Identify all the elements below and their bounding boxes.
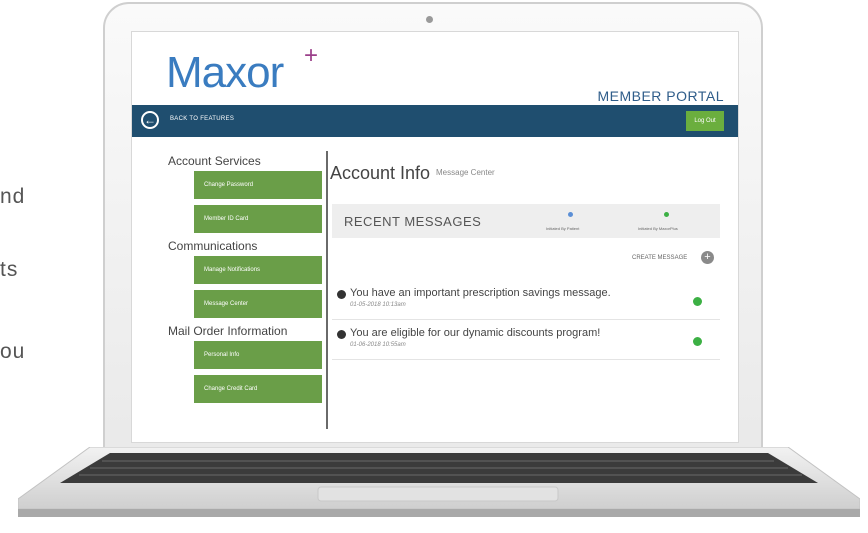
legend-label: Initiated By Patient bbox=[546, 226, 580, 231]
sidebar-item-personal-info[interactable]: Personal Info bbox=[194, 341, 322, 369]
legend-label: Initiated By MaxorPlus bbox=[638, 226, 678, 231]
page-text-fragment: nd bbox=[0, 185, 26, 208]
sidebar-section-title: Mail Order Information bbox=[168, 324, 288, 338]
patient-legend-dot-icon bbox=[568, 212, 573, 217]
message-date: 01-06-2018 10:55am bbox=[350, 342, 406, 348]
message-status-dot-icon bbox=[693, 337, 702, 346]
sidebar-item-message-center[interactable]: Message Center bbox=[194, 290, 322, 318]
logout-button[interactable]: Log Out bbox=[686, 111, 724, 131]
sidebar-item-change-credit-card[interactable]: Change Credit Card bbox=[194, 375, 322, 403]
create-message-link[interactable]: CREATE MESSAGE bbox=[632, 255, 687, 261]
sidebar-section-title: Communications bbox=[168, 239, 258, 253]
message-row[interactable]: You are eligible for our dynamic discoun… bbox=[332, 325, 720, 360]
logo-text: Maxor bbox=[166, 48, 284, 97]
page-title: Account Info bbox=[330, 163, 431, 183]
add-icon[interactable]: + bbox=[701, 251, 714, 264]
back-to-features-link[interactable]: BACK TO FEATURES bbox=[170, 116, 234, 122]
app-screen: Maxor + MEMBER PORTAL ← BACK TO FEATURES… bbox=[131, 31, 739, 443]
logo-plus-icon: + bbox=[304, 42, 318, 69]
portal-title: MEMBER PORTAL bbox=[597, 88, 724, 104]
maxor-logo: Maxor + bbox=[166, 42, 318, 98]
back-arrow-icon[interactable]: ← bbox=[141, 111, 159, 129]
bullet-icon bbox=[337, 290, 346, 299]
top-nav-bar: ← BACK TO FEATURES Log Out bbox=[132, 105, 738, 137]
message-text[interactable]: You have an important prescription savin… bbox=[350, 287, 611, 299]
camera-icon bbox=[426, 16, 433, 23]
recent-messages-title: RECENT MESSAGES bbox=[344, 214, 482, 229]
message-text[interactable]: You are eligible for our dynamic discoun… bbox=[350, 327, 600, 339]
sidebar: Account Services Change Password Member … bbox=[164, 151, 328, 429]
sidebar-item-manage-notifications[interactable]: Manage Notifications bbox=[194, 256, 322, 284]
sidebar-item-change-password[interactable]: Change Password bbox=[194, 171, 322, 199]
sidebar-section-title: Account Services bbox=[168, 154, 261, 168]
page-subtitle: Message Center bbox=[436, 168, 495, 177]
message-status-dot-icon bbox=[693, 297, 702, 306]
message-date: 01-05-2018 10:13am bbox=[350, 302, 406, 308]
sidebar-item-member-id-card[interactable]: Member ID Card bbox=[194, 205, 322, 233]
maxor-legend-dot-icon bbox=[664, 212, 669, 217]
message-row[interactable]: You have an important prescription savin… bbox=[332, 285, 720, 320]
recent-messages-header: RECENT MESSAGES Initiated By Patient Ini… bbox=[332, 204, 720, 238]
laptop-base bbox=[18, 447, 860, 519]
page-text-fragment: ou bbox=[0, 340, 26, 363]
bullet-icon bbox=[337, 330, 346, 339]
page-text-fragment: ts bbox=[0, 258, 19, 281]
